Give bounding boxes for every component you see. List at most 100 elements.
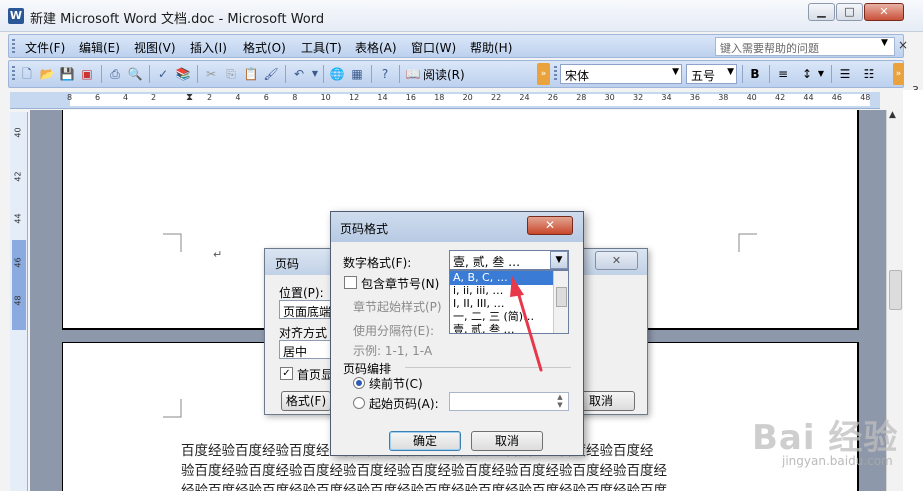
menu-help[interactable]: 帮助(H) [470, 39, 512, 56]
font-combo[interactable]: 宋体 ▼ [560, 64, 682, 84]
chevron-down-icon[interactable]: ▼ [813, 66, 829, 82]
bold-button[interactable]: B [747, 66, 763, 82]
format-option[interactable]: i, ii, iii, … [450, 284, 553, 298]
group-divider [405, 367, 571, 368]
menu-edit[interactable]: 编辑(E) [79, 39, 120, 56]
new-document-icon[interactable]: 🗋 [19, 66, 35, 82]
format-button[interactable]: 格式(F) [281, 391, 331, 411]
menu-format[interactable]: 格式(O) [243, 39, 286, 56]
read-mode-button[interactable]: 阅读(R) [419, 65, 469, 84]
chevron-down-icon[interactable]: ▼ [307, 66, 323, 82]
ruler-tick: 4 [123, 93, 129, 102]
print-icon[interactable]: ⎙ [107, 66, 123, 82]
save-icon[interactable]: 💾 [59, 66, 75, 82]
window-title: 新建 Microsoft Word 文档.doc - Microsoft Wor… [30, 12, 325, 27]
align-center-icon[interactable]: ≡ [775, 66, 791, 82]
ruler-tick: 6 [95, 93, 101, 102]
research-icon[interactable]: 📚 [175, 66, 191, 82]
separator-label: 使用分隔符(E): [353, 324, 434, 338]
baidu-watermark: Bai 经验 jingyan.baidu.com [742, 410, 922, 480]
include-chapter-label: 包含章节号(N) [361, 277, 440, 291]
ruler-tick: 22 [491, 93, 502, 102]
alignment-label: 对齐方式 [279, 326, 328, 340]
help-search-input[interactable]: 键入需要帮助的问题 [715, 37, 895, 56]
ruler-tick: 34 [661, 93, 672, 102]
ruler-tick: 4 [235, 93, 241, 102]
chevron-down-icon[interactable]: ▼ [672, 67, 679, 77]
font-size-combo[interactable]: 五号 ▼ [686, 64, 737, 84]
table-icon[interactable]: ▦ [349, 66, 365, 82]
include-chapter-checkbox[interactable] [344, 276, 357, 289]
text-line: 经验百度经验百度经验百度经验百度经验百度经验百度经验百度经验百度经验百度 [181, 483, 667, 491]
toolbar-separator [831, 65, 832, 83]
dialog-title-bar[interactable]: 页码格式 ✕ [331, 212, 583, 242]
vertical-ruler[interactable]: 40 42 44 46 48 [10, 112, 28, 491]
bullets-icon[interactable]: ☷ [861, 66, 877, 82]
format-option[interactable]: A, B, C, … [450, 271, 553, 285]
menu-window[interactable]: 窗口(W) [411, 39, 456, 56]
permission-icon[interactable]: ▣ [79, 66, 95, 82]
continue-radio[interactable] [353, 377, 365, 389]
scroll-up-icon[interactable]: ▲ [889, 110, 896, 120]
indent-marker-icon[interactable]: ⧗ [186, 92, 193, 103]
spinner-icon[interactable]: ▲ ▼ [552, 393, 568, 410]
vruler-tick: 46 [13, 257, 23, 268]
ok-button[interactable]: 确定 [389, 431, 461, 451]
word-app-icon[interactable]: W [8, 8, 24, 24]
chapter-style-label: 章节起始样式(P) [353, 300, 442, 314]
ruler-tick: 14 [377, 93, 388, 102]
menu-insert[interactable]: 插入(I) [190, 39, 227, 56]
help-icon[interactable]: ? [377, 66, 393, 82]
open-folder-icon[interactable]: 📂 [39, 66, 55, 82]
horizontal-ruler[interactable]: ⧗ 8 6 4 2 2 4 6 8 10 12 14 16 18 20 22 24 26 28 30 32 34 36 38… [10, 92, 880, 109]
toolbar-options-button[interactable]: » [893, 63, 904, 85]
print-preview-icon[interactable]: 🔍 [127, 66, 143, 82]
close-window-button[interactable]: ✕ [864, 3, 904, 21]
first-page-checkbox[interactable]: ✓ [280, 367, 293, 380]
toolbar-options-button[interactable]: » [537, 63, 550, 85]
numbering-icon[interactable]: ☰ [837, 66, 853, 82]
minimize-button[interactable]: ▁ [808, 3, 835, 21]
chevron-down-icon[interactable]: ▼ [727, 67, 734, 77]
close-button[interactable]: ✕ [527, 216, 573, 235]
format-option[interactable]: I, II, III, … [450, 297, 553, 311]
continue-label: 续前节(C) [369, 377, 423, 391]
standard-toolbar: 🗋 📂 💾 ▣ ⎙ 🔍 ✓ 📚 ✂ ⎘ 📋 🖌 ↶ ▼ 🌐 ▦ ? 📖 阅读(R… [8, 60, 904, 88]
ruler-tick: 24 [519, 93, 530, 102]
format-option[interactable]: 壹, 贰, 叁 … [450, 323, 553, 333]
cut-icon[interactable]: ✂ [203, 66, 219, 82]
hyperlink-icon[interactable]: 🌐 [329, 66, 345, 82]
menu-tools[interactable]: 工具(T) [301, 39, 342, 56]
start-at-input[interactable] [449, 392, 569, 411]
menu-file[interactable]: 文件(F) [25, 39, 65, 56]
menu-view[interactable]: 视图(V) [134, 39, 176, 56]
maximize-button[interactable]: □ [836, 3, 863, 21]
paragraph-mark: ↵ [213, 248, 223, 261]
ruler-tick: 12 [349, 93, 360, 102]
vruler-tick: 44 [13, 213, 23, 224]
chevron-down-icon[interactable]: ▼ [881, 38, 888, 48]
spelling-icon[interactable]: ✓ [155, 66, 171, 82]
grip-icon[interactable] [554, 66, 557, 82]
scrollbar-thumb[interactable] [556, 287, 567, 307]
paste-icon[interactable]: 📋 [243, 66, 259, 82]
first-page-label: 首页显 [297, 368, 334, 382]
copy-icon[interactable]: ⎘ [223, 66, 239, 82]
list-scrollbar[interactable] [553, 271, 568, 333]
format-option[interactable]: 一, 二, 三 (简)… [450, 310, 553, 324]
chevron-down-icon[interactable]: ▼ [550, 251, 568, 269]
close-document-button[interactable]: × [898, 38, 908, 52]
cancel-button[interactable]: 取消 [471, 431, 543, 451]
close-button[interactable]: ✕ [595, 251, 638, 270]
vruler-tick: 42 [13, 171, 23, 182]
undo-icon[interactable]: ↶ [291, 66, 307, 82]
scrollbar-thumb[interactable] [889, 270, 902, 310]
menu-table[interactable]: 表格(A) [355, 39, 397, 56]
format-painter-icon[interactable]: 🖌 [263, 66, 279, 82]
toolbar-separator [399, 65, 400, 83]
grip-icon[interactable] [12, 39, 15, 55]
margin-corner [163, 233, 182, 252]
number-format-dropdown-list[interactable]: A, B, C, … i, ii, iii, … I, II, III, … 一… [449, 270, 569, 334]
grip-icon[interactable] [12, 66, 15, 82]
start-at-radio[interactable] [353, 397, 365, 409]
